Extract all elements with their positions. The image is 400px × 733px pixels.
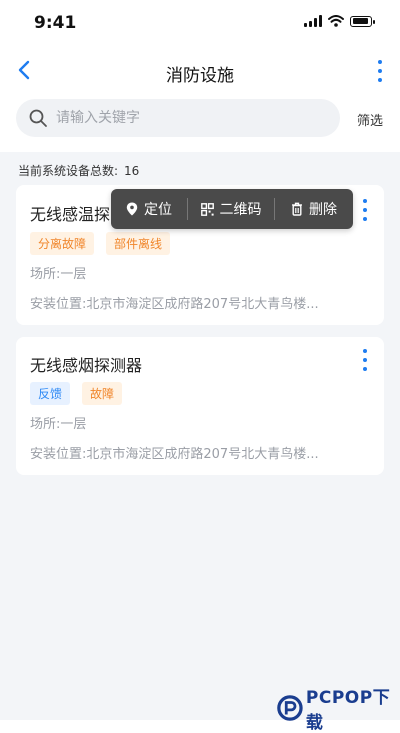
status-icons [304, 15, 375, 27]
location-pin-icon [126, 202, 138, 216]
device-place: 场所:一层 [30, 417, 87, 432]
filter-button[interactable]: 筛选 [357, 110, 383, 129]
status-tags: 分离故障 部件离线 [30, 232, 171, 255]
locate-label: 定位 [144, 202, 172, 218]
watermark: PCPOP下载 [277, 683, 400, 733]
more-vertical-icon[interactable] [360, 349, 370, 371]
device-address: 安装位置:北京市海淀区成府路207号北大青鸟楼... [30, 447, 319, 462]
watermark-text: PCPOP下载 [305, 688, 391, 733]
qrcode-icon [200, 202, 214, 216]
search-icon [29, 109, 47, 127]
status-badge: 部件离线 [106, 232, 171, 255]
signal-icon [304, 15, 322, 27]
device-place: 场所:一层 [30, 267, 87, 282]
more-vertical-icon[interactable] [374, 60, 386, 82]
card-action-menu: 定位 二维码 删除 [111, 189, 353, 229]
delete-button[interactable]: 删除 [275, 189, 353, 229]
nav-bar: 消防设施 [0, 52, 400, 92]
device-count: 当前系统设备总数: 16 [18, 162, 139, 179]
qrcode-label: 二维码 [219, 202, 262, 218]
device-count-value: 16 [124, 164, 140, 178]
search-input[interactable] [56, 99, 326, 137]
locate-button[interactable]: 定位 [111, 189, 187, 229]
trash-icon [292, 202, 302, 216]
device-name: 无线感烟探测器 [30, 356, 143, 375]
device-name: 无线感温探 [30, 205, 111, 224]
more-vertical-icon[interactable] [360, 199, 370, 221]
status-bar: 9:41 [0, 0, 400, 48]
search-bar [16, 99, 340, 137]
pcpop-logo-icon [277, 695, 303, 721]
status-tags: 反馈 故障 [30, 382, 123, 405]
device-card[interactable]: 无线感烟探测器 反馈 故障 场所:一层 安装位置:北京市海淀区成府路207号北大… [16, 337, 384, 475]
delete-label: 删除 [309, 202, 337, 218]
qrcode-button[interactable]: 二维码 [188, 189, 274, 229]
status-badge: 反馈 [30, 382, 71, 405]
status-badge: 故障 [82, 382, 123, 405]
page-title: 消防设施 [166, 66, 234, 86]
device-count-label: 当前系统设备总数: [18, 164, 119, 178]
battery-icon [350, 15, 375, 27]
status-time: 9:41 [34, 13, 77, 33]
device-address: 安装位置:北京市海淀区成府路207号北大青鸟楼... [30, 297, 319, 312]
status-badge: 分离故障 [30, 232, 95, 255]
wifi-icon [328, 15, 344, 27]
